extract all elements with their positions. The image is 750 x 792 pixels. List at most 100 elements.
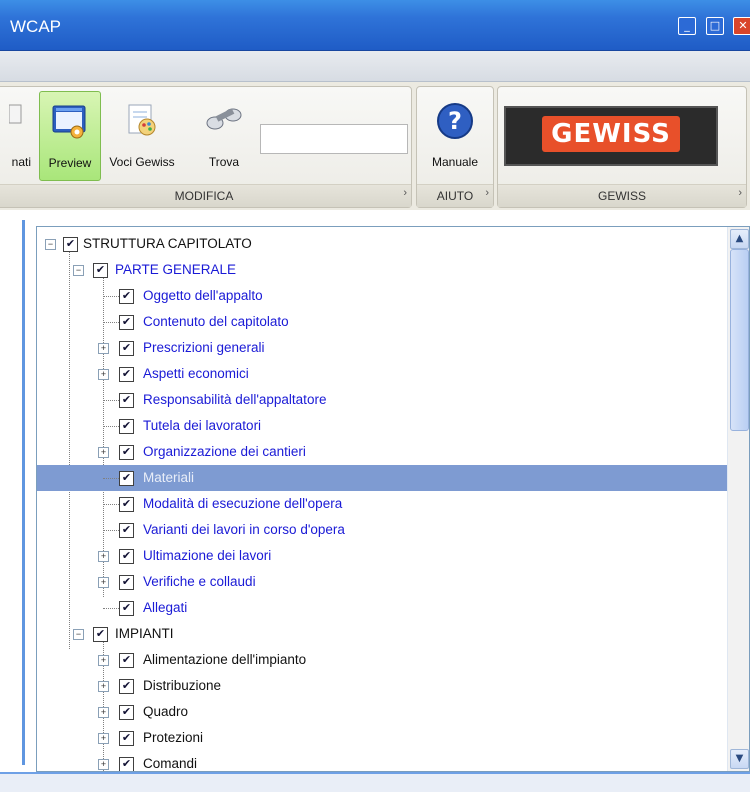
- aiuto-label: AIUTO: [436, 189, 474, 203]
- tree-node-root[interactable]: − ✔ STRUTTURA CAPITOLATO: [37, 231, 727, 257]
- group-modifica: nati Preview Voci Gewiss Trova MODIFICA …: [0, 86, 412, 208]
- tree-node-parte-generale[interactable]: − ✔ PARTE GENERALE: [37, 257, 727, 283]
- scroll-up-icon[interactable]: ▲: [730, 229, 749, 249]
- tree-view: − ✔ STRUTTURA CAPITOLATO − ✔ PARTE GENER…: [37, 227, 727, 771]
- checkbox-checked-icon[interactable]: ✔: [119, 601, 134, 616]
- tree-label: PARTE GENERALE: [115, 262, 237, 277]
- checkbox-checked-icon[interactable]: ✔: [93, 263, 108, 278]
- tree-label: STRUTTURA CAPITOLATO: [83, 236, 252, 251]
- tree-item[interactable]: + ✔ Quadro: [37, 699, 727, 725]
- tree-connector: [103, 296, 119, 297]
- checkbox-checked-icon[interactable]: ✔: [119, 575, 134, 590]
- tree-item[interactable]: ✔ Modalità di esecuzione dell'opera: [37, 491, 727, 517]
- checkbox-checked-icon[interactable]: ✔: [63, 237, 78, 252]
- tree-label: Prescrizioni generali: [143, 340, 265, 355]
- tree-item[interactable]: + ✔ Comandi: [37, 751, 727, 771]
- tree-label: Ultimazione dei lavori: [143, 548, 272, 563]
- vertical-scrollbar[interactable]: ▲ ▼: [727, 227, 749, 771]
- tree-item[interactable]: + ✔ Distribuzione: [37, 673, 727, 699]
- tree-label: Comandi: [143, 756, 198, 771]
- tree-connector: [103, 608, 119, 609]
- tree-item[interactable]: + ✔ Verifiche e collaudi: [37, 569, 727, 595]
- voci-gewiss-button[interactable]: Voci Gewiss: [103, 91, 181, 179]
- checkbox-checked-icon[interactable]: ✔: [119, 341, 134, 356]
- tree-item[interactable]: ✔ Tutela dei lavoratori: [37, 413, 727, 439]
- gewiss-group-label: GEWISS: [597, 189, 646, 203]
- checkbox-checked-icon[interactable]: ✔: [93, 627, 108, 642]
- tree-connector: [103, 478, 119, 479]
- checkbox-checked-icon[interactable]: ✔: [119, 419, 134, 434]
- checkbox-checked-icon[interactable]: ✔: [119, 679, 134, 694]
- checkbox-checked-icon[interactable]: ✔: [119, 315, 134, 330]
- checkbox-checked-icon[interactable]: ✔: [119, 653, 134, 668]
- manuale-button[interactable]: ? Manuale: [421, 91, 489, 179]
- tree-item[interactable]: + ✔ Ultimazione dei lavori: [37, 543, 727, 569]
- scroll-down-icon[interactable]: ▼: [730, 749, 749, 769]
- checkbox-checked-icon[interactable]: ✔: [119, 757, 134, 771]
- preview-label: Preview: [48, 156, 92, 170]
- search-input[interactable]: [260, 124, 408, 154]
- tree-connector: [103, 400, 119, 401]
- title-bar: WCAP _ □ ✕: [0, 0, 750, 51]
- minimize-icon[interactable]: _: [678, 17, 696, 35]
- trova-label: Trova: [208, 155, 240, 169]
- expand-icon[interactable]: +: [98, 551, 109, 562]
- expand-icon[interactable]: +: [98, 759, 109, 770]
- tree-item[interactable]: ✔ Responsabilità dell'appaltatore: [37, 387, 727, 413]
- expand-icon[interactable]: +: [98, 447, 109, 458]
- ribbon: nati Preview Voci Gewiss Trova MODIFICA …: [0, 82, 750, 210]
- tree-node-impianti[interactable]: − ✔ IMPIANTI: [37, 621, 727, 647]
- voci-gewiss-label: Voci Gewiss: [109, 155, 175, 169]
- tree-label: Quadro: [143, 704, 189, 719]
- tree-label: IMPIANTI: [115, 626, 174, 641]
- scroll-thumb[interactable]: [730, 249, 749, 431]
- checkbox-checked-icon[interactable]: ✔: [119, 523, 134, 538]
- tree-item[interactable]: ✔ Contenuto del capitolato: [37, 309, 727, 335]
- tree-item[interactable]: ✔ Allegati: [37, 595, 727, 621]
- trova-button[interactable]: Trova: [197, 91, 251, 179]
- checkbox-checked-icon[interactable]: ✔: [119, 393, 134, 408]
- preview-button[interactable]: Preview: [39, 91, 101, 181]
- tree-item[interactable]: + ✔ Prescrizioni generali: [37, 335, 727, 361]
- gewiss-logo-text: GEWISS: [542, 116, 680, 152]
- close-icon[interactable]: ✕: [733, 17, 750, 35]
- modifica-launcher-icon[interactable]: ›: [403, 182, 407, 204]
- partial-button[interactable]: nati: [0, 91, 35, 179]
- tree-item[interactable]: ✔ Varianti dei lavori in corso d'opera: [37, 517, 727, 543]
- tree-label: Tutela dei lavoratori: [143, 418, 262, 433]
- tree-item[interactable]: + ✔ Alimentazione dell'impianto: [37, 647, 727, 673]
- collapse-icon[interactable]: −: [45, 239, 56, 250]
- gewiss-launcher-icon[interactable]: ›: [738, 182, 742, 204]
- collapse-icon[interactable]: −: [73, 629, 84, 640]
- expand-icon[interactable]: +: [98, 577, 109, 588]
- collapse-icon[interactable]: −: [73, 265, 84, 276]
- checkbox-checked-icon[interactable]: ✔: [119, 497, 134, 512]
- tree-item[interactable]: ✔ Oggetto dell'appalto: [37, 283, 727, 309]
- checkbox-checked-icon[interactable]: ✔: [119, 367, 134, 382]
- checkbox-checked-icon[interactable]: ✔: [119, 471, 134, 486]
- svg-text:?: ?: [448, 107, 462, 135]
- tree-label: Aspetti economici: [143, 366, 249, 381]
- expand-icon[interactable]: +: [98, 369, 109, 380]
- expand-icon[interactable]: +: [98, 707, 109, 718]
- tree-label: Varianti dei lavori in corso d'opera: [143, 522, 345, 537]
- splitter[interactable]: [22, 220, 25, 765]
- checkbox-checked-icon[interactable]: ✔: [119, 289, 134, 304]
- maximize-icon[interactable]: □: [706, 17, 724, 35]
- tree-label: Responsabilità dell'appaltatore: [143, 392, 327, 407]
- checkbox-checked-icon[interactable]: ✔: [119, 445, 134, 460]
- checkbox-checked-icon[interactable]: ✔: [119, 731, 134, 746]
- tree-label: Alimentazione dell'impianto: [143, 652, 307, 667]
- expand-icon[interactable]: +: [98, 733, 109, 744]
- tree-item[interactable]: + ✔ Protezioni: [37, 725, 727, 751]
- aiuto-launcher-icon[interactable]: ›: [485, 182, 489, 204]
- tree-item[interactable]: + ✔ Aspetti economici: [37, 361, 727, 387]
- partial-label: nati: [11, 155, 31, 169]
- tree-item[interactable]: + ✔ Organizzazione dei cantieri: [37, 439, 727, 465]
- expand-icon[interactable]: +: [98, 343, 109, 354]
- expand-icon[interactable]: +: [98, 681, 109, 692]
- tree-item-selected[interactable]: ✔ Materiali: [37, 465, 727, 491]
- checkbox-checked-icon[interactable]: ✔: [119, 549, 134, 564]
- expand-icon[interactable]: +: [98, 655, 109, 666]
- checkbox-checked-icon[interactable]: ✔: [119, 705, 134, 720]
